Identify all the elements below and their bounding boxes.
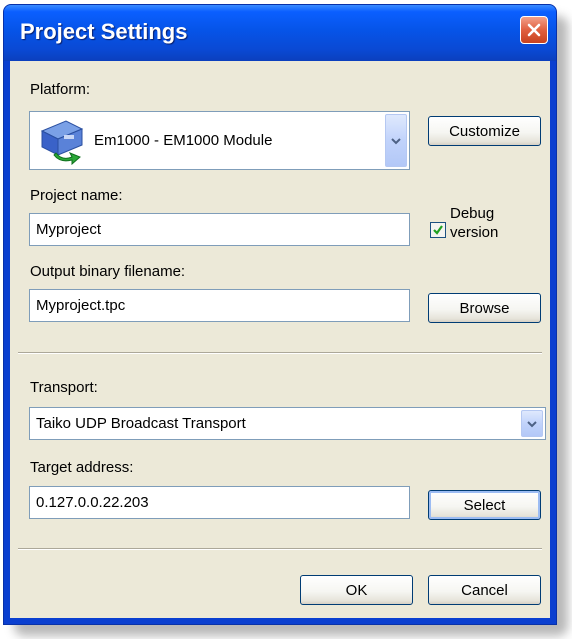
platform-label: Platform: xyxy=(30,81,91,98)
debug-label-line2: version xyxy=(450,224,499,241)
project-name-input[interactable]: Myproject xyxy=(29,213,410,246)
footer-divider xyxy=(18,548,542,550)
debug-version-label: Debug version xyxy=(450,204,498,242)
platform-select[interactable]: Em1000 - EM1000 Module xyxy=(29,111,410,170)
select-button[interactable]: Select xyxy=(428,490,541,520)
output-filename-label: Output binary filename: xyxy=(30,263,186,280)
section-divider xyxy=(18,352,542,354)
dialog-body: Platform: Em1000 - EM1000 Module Customi… xyxy=(10,61,550,618)
close-button[interactable] xyxy=(520,16,548,44)
chevron-down-icon xyxy=(527,420,537,427)
platform-selected-value: Em1000 - EM1000 Module xyxy=(94,132,273,149)
close-icon xyxy=(527,23,541,37)
title-bar[interactable]: Project Settings xyxy=(4,5,556,61)
platform-dropdown-button[interactable] xyxy=(385,114,407,167)
customize-button[interactable]: Customize xyxy=(428,116,541,146)
target-address-label: Target address: xyxy=(30,459,134,476)
target-address-input[interactable]: 0.127.0.0.22.203 xyxy=(29,486,410,519)
dialog-title: Project Settings xyxy=(20,19,188,44)
transport-dropdown-button[interactable] xyxy=(521,410,543,437)
output-filename-input[interactable]: Myproject.tpc xyxy=(29,289,410,322)
debug-label-line1: Debug xyxy=(450,205,495,222)
project-name-label: Project name: xyxy=(30,187,123,204)
ok-button[interactable]: OK xyxy=(300,575,413,605)
debug-version-checkbox[interactable] xyxy=(430,222,446,238)
chevron-down-icon xyxy=(391,137,401,144)
module-icon xyxy=(38,117,86,165)
browse-button[interactable]: Browse xyxy=(428,293,541,323)
cancel-button[interactable]: Cancel xyxy=(428,575,541,605)
transport-label: Transport: xyxy=(30,379,98,396)
checkmark-icon xyxy=(433,225,443,235)
transport-selected-value: Taiko UDP Broadcast Transport xyxy=(36,415,246,432)
project-settings-dialog: Project Settings Platform: Em1000 - EM10… xyxy=(3,4,557,625)
transport-select[interactable]: Taiko UDP Broadcast Transport xyxy=(29,407,546,440)
